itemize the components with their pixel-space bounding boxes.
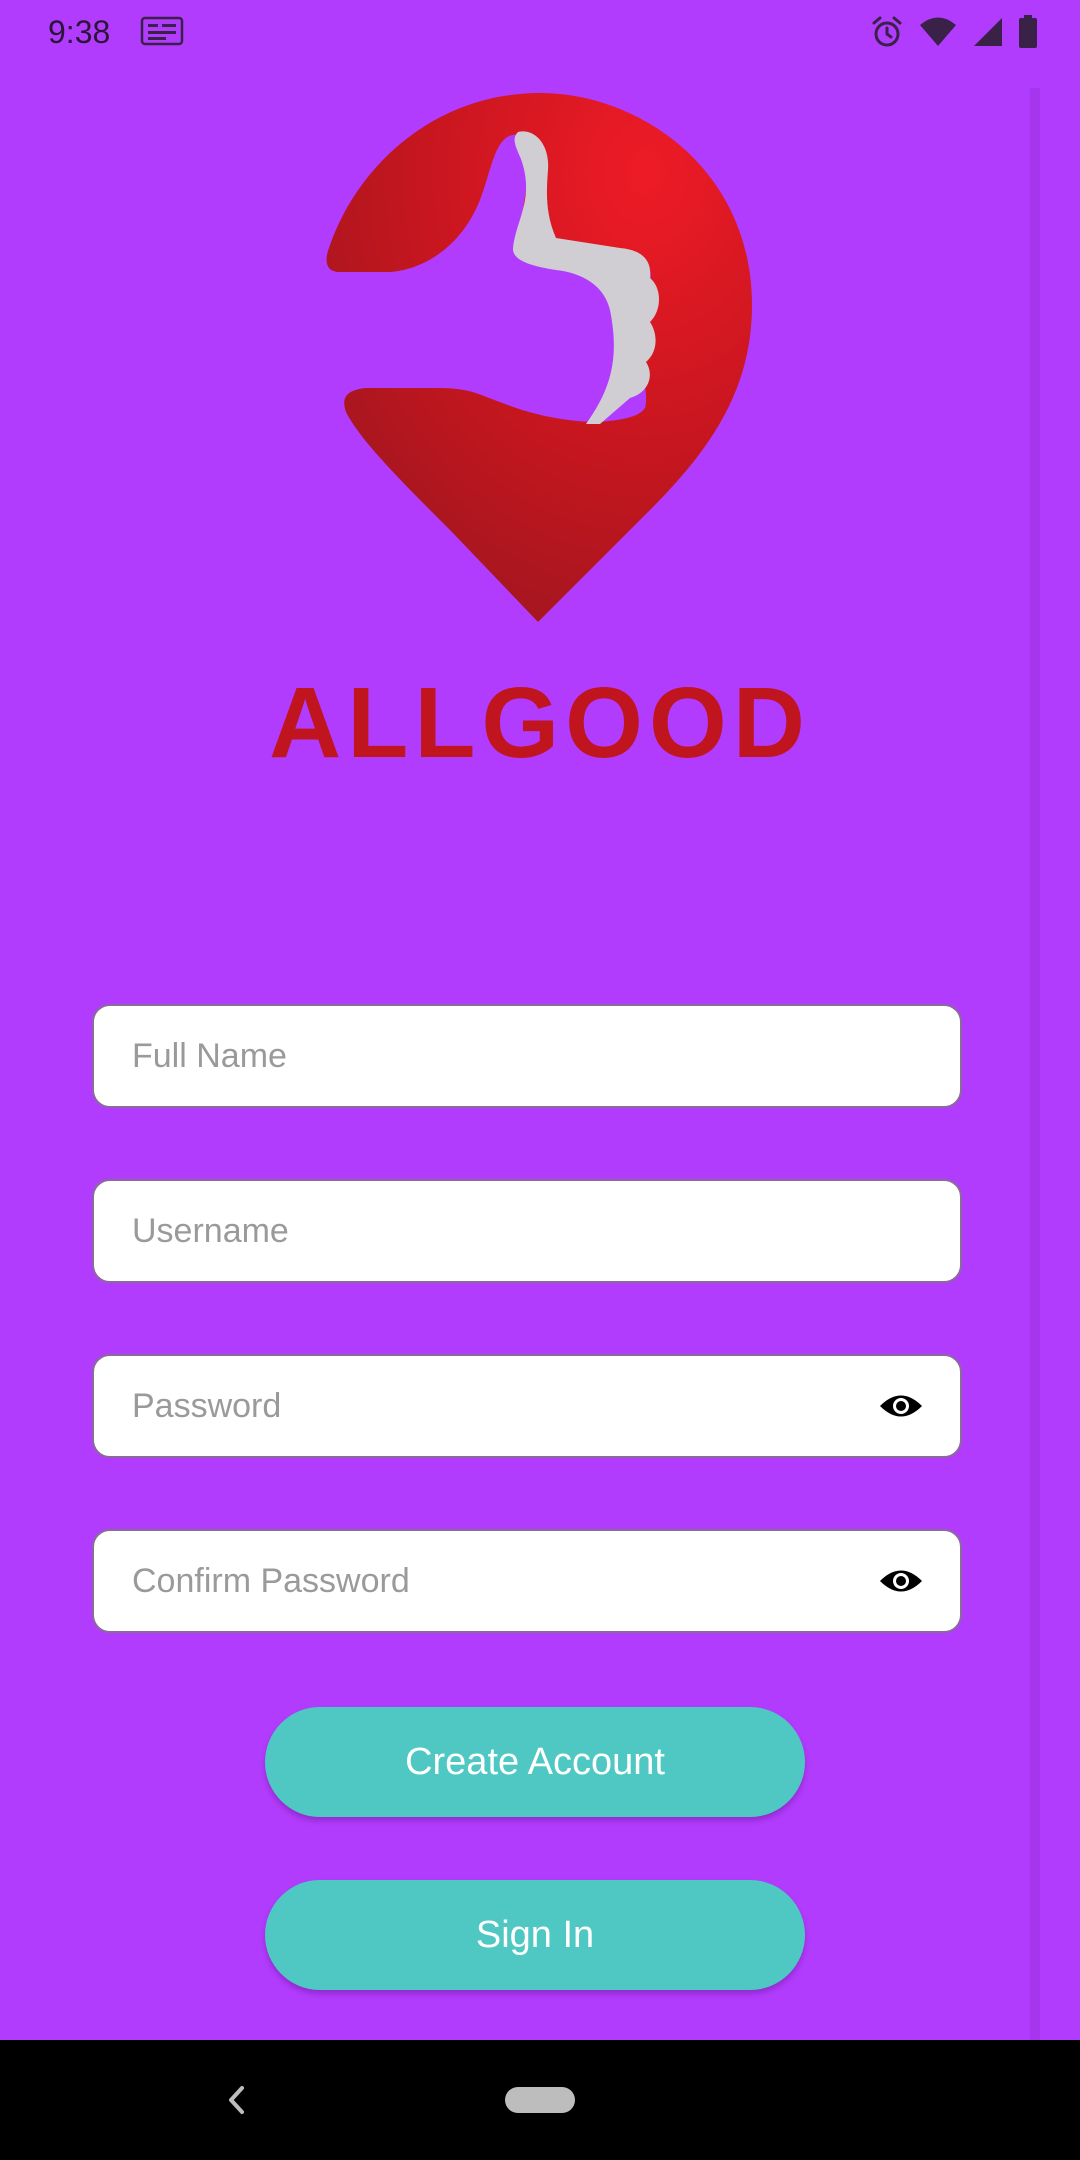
status-icons [870,12,1038,52]
home-pill[interactable] [505,2087,575,2113]
brand-name: ALLGOOD [269,667,811,779]
eye-icon [880,1570,922,1592]
signal-icon [972,16,1004,48]
confirm-password-visibility-toggle[interactable] [878,1561,924,1601]
full-name-input[interactable] [132,1006,892,1106]
alarm-icon [870,15,904,49]
back-icon[interactable] [222,2080,252,2120]
brand-logo [320,90,760,630]
password-field[interactable] [92,1354,962,1458]
status-bar: 9:38 [0,0,1080,64]
password-visibility-toggle[interactable] [878,1386,924,1426]
username-input[interactable] [132,1181,892,1281]
status-time: 9:38 [48,14,111,50]
full-name-field[interactable] [92,1004,962,1108]
battery-icon [1018,15,1038,49]
scrollbar[interactable] [1030,88,1040,2040]
confirm-password-input[interactable] [132,1531,892,1631]
navigation-bar [0,2040,1080,2160]
confirm-password-field[interactable] [92,1529,962,1633]
eye-icon [880,1395,922,1417]
username-field[interactable] [92,1179,962,1283]
notification-icon [140,14,184,50]
wifi-icon [918,16,958,48]
password-input[interactable] [132,1356,892,1456]
create-account-button[interactable]: Create Account [265,1707,805,1817]
sign-in-button[interactable]: Sign In [265,1880,805,1990]
